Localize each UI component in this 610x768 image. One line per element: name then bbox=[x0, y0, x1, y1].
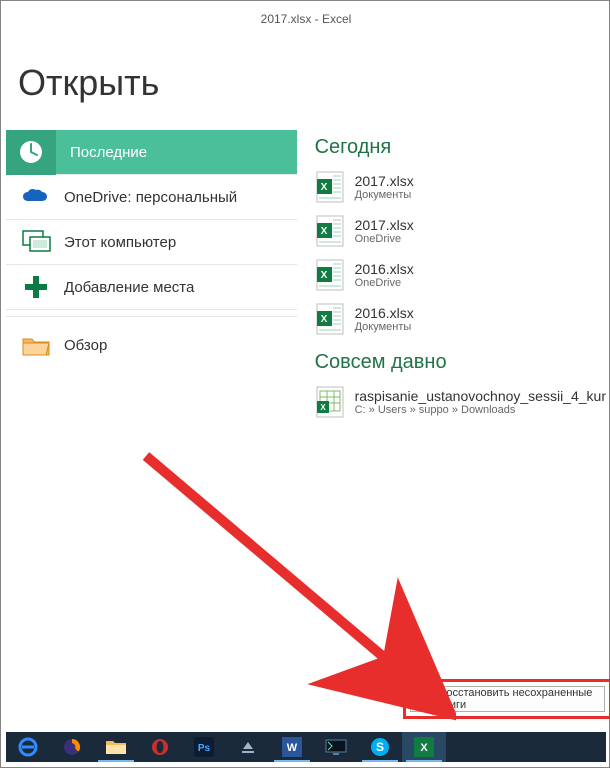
onedrive-icon bbox=[18, 179, 54, 215]
section-heading-today: Сегодня bbox=[315, 136, 606, 159]
svg-text:X: X bbox=[420, 742, 428, 754]
svg-text:W: W bbox=[287, 742, 298, 754]
excel-file-icon: X bbox=[315, 385, 345, 419]
file-location: Документы bbox=[355, 189, 414, 201]
folder-icon bbox=[18, 328, 54, 364]
sidebar-item-addplace[interactable]: Добавление места bbox=[6, 265, 297, 310]
excel-file-icon: X bbox=[315, 302, 345, 336]
sidebar-item-thispc[interactable]: Этот компьютер bbox=[6, 220, 297, 265]
file-name: 2017.xlsx bbox=[355, 173, 414, 189]
file-item[interactable]: X 2016.xlsxДокументы bbox=[315, 297, 606, 341]
file-location: OneDrive bbox=[355, 277, 414, 289]
file-location: OneDrive bbox=[355, 233, 414, 245]
recover-unsaved-button[interactable]: Восстановить несохраненные книги bbox=[410, 686, 605, 712]
sidebar: Последние OneDrive: персональный Этот ко… bbox=[6, 130, 297, 424]
taskbar-monitor[interactable] bbox=[314, 732, 358, 762]
excel-file-icon: X bbox=[315, 214, 345, 248]
svg-text:Ps: Ps bbox=[198, 743, 211, 754]
file-item[interactable]: X 2017.xlsxOneDrive bbox=[315, 209, 606, 253]
svg-text:X: X bbox=[320, 403, 326, 412]
sidebar-item-label: Этот компьютер bbox=[64, 234, 176, 251]
excel-file-icon: X bbox=[315, 170, 345, 204]
file-item[interactable]: X 2017.xlsxДокументы bbox=[315, 165, 606, 209]
section-heading-older: Совсем давно bbox=[315, 351, 606, 374]
annotation-arrow-icon bbox=[136, 446, 456, 726]
taskbar-opera[interactable] bbox=[138, 732, 182, 762]
window-frame: 2017.xlsx - Excel Открыть Последние OneD… bbox=[0, 0, 610, 768]
taskbar-firefox[interactable] bbox=[50, 732, 94, 762]
clock-icon bbox=[6, 130, 56, 175]
taskbar: Ps W S X bbox=[6, 732, 606, 762]
svg-text:X: X bbox=[320, 226, 327, 237]
file-name: 2017.xlsx bbox=[355, 217, 414, 233]
sidebar-item-onedrive[interactable]: OneDrive: персональный bbox=[6, 175, 297, 220]
plus-icon bbox=[18, 269, 54, 305]
taskbar-word[interactable]: W bbox=[270, 732, 314, 762]
taskbar-edge[interactable] bbox=[6, 732, 50, 762]
taskbar-photoshop[interactable]: Ps bbox=[182, 732, 226, 762]
computer-icon bbox=[18, 224, 54, 260]
taskbar-skype[interactable]: S bbox=[358, 732, 402, 762]
page-title: Открыть bbox=[6, 34, 606, 130]
file-name: raspisanie_ustanovochnoy_sessii_4_kur bbox=[355, 388, 606, 404]
file-name: 2016.xlsx bbox=[355, 305, 414, 321]
svg-text:X: X bbox=[320, 270, 327, 281]
app-surface: 2017.xlsx - Excel Открыть Последние OneD… bbox=[6, 6, 606, 734]
taskbar-explorer[interactable] bbox=[94, 732, 138, 762]
excel-file-icon: X bbox=[315, 258, 345, 292]
taskbar-excel[interactable]: X bbox=[402, 732, 446, 762]
window-title: 2017.xlsx - Excel bbox=[6, 6, 606, 34]
file-item[interactable]: X raspisanie_ustanovochnoy_sessii_4_kurC… bbox=[315, 380, 606, 424]
sidebar-item-label: OneDrive: персональный bbox=[64, 189, 237, 206]
taskbar-tray-arrow[interactable] bbox=[226, 732, 270, 762]
content-area: Последние OneDrive: персональный Этот ко… bbox=[6, 130, 606, 424]
sidebar-item-recent[interactable]: Последние bbox=[6, 130, 297, 175]
file-location: C: » Users » suppo » Downloads bbox=[355, 404, 606, 416]
sidebar-item-label: Последние bbox=[70, 144, 147, 161]
svg-text:S: S bbox=[376, 740, 384, 754]
recover-label: Восстановить несохраненные книги bbox=[439, 687, 604, 711]
sidebar-item-label: Обзор bbox=[64, 337, 107, 354]
file-location: Документы bbox=[355, 321, 414, 333]
file-name: 2016.xlsx bbox=[355, 261, 414, 277]
sidebar-item-label: Добавление места bbox=[64, 279, 194, 296]
svg-text:X: X bbox=[320, 182, 327, 193]
file-list-panel: Сегодня X 2017.xlsxДокументы X 2017.xlsx… bbox=[297, 130, 606, 424]
svg-text:X: X bbox=[320, 314, 327, 325]
sidebar-item-browse[interactable]: Обзор bbox=[6, 323, 297, 368]
file-item[interactable]: X 2016.xlsxOneDrive bbox=[315, 253, 606, 297]
folder-icon bbox=[417, 692, 433, 706]
